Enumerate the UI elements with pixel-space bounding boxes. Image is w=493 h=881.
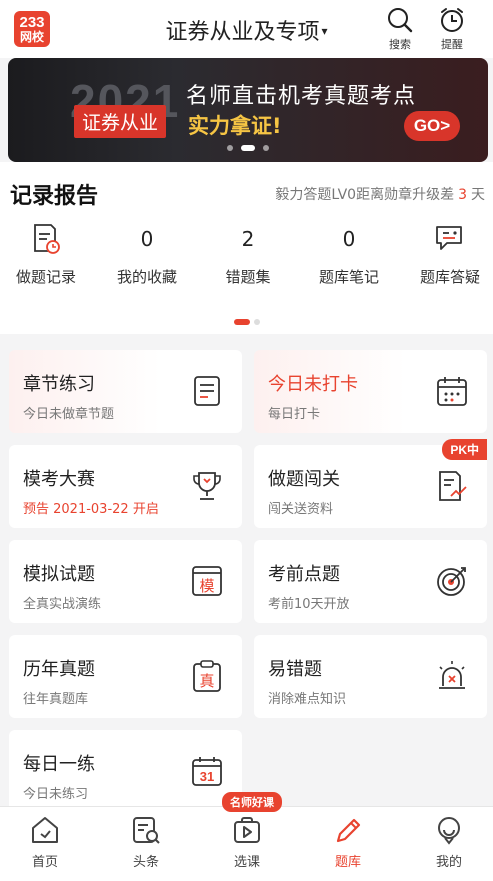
- mock-icon-text: 模: [199, 577, 214, 595]
- record-title: 记录报告: [10, 184, 99, 209]
- level-note-suffix: 天: [471, 187, 485, 203]
- tab-label: 首页: [31, 855, 58, 870]
- clipboard-icon: 真: [193, 660, 221, 692]
- calendar-day-text: 31: [200, 769, 214, 784]
- banner-subline: 实力拿证!: [188, 114, 282, 138]
- card-title: 每日一练: [23, 754, 95, 775]
- page-title: 证券从业及专项: [165, 20, 320, 45]
- level-note-days: 3: [458, 187, 467, 203]
- card-subtitle: 往年真题库: [23, 692, 89, 707]
- stat-value: 0: [140, 227, 154, 251]
- stat-value: 2: [241, 227, 255, 251]
- alarm-clock-icon: [441, 8, 463, 32]
- remind-button[interactable]: 提醒: [430, 6, 474, 52]
- stat-wrong-questions[interactable]: 2 错题集: [198, 222, 298, 287]
- tab-news[interactable]: 头条: [111, 815, 181, 870]
- card-subtitle: 全真实战演练: [23, 597, 102, 612]
- home-icon: [32, 817, 58, 843]
- remind-label: 提醒: [441, 38, 463, 51]
- card-pre-exam-tips[interactable]: 考前点题 考前10天开放: [254, 540, 487, 623]
- banner-pagination: [8, 137, 488, 156]
- tab-profile[interactable]: 我的: [414, 815, 484, 870]
- card-mock-questions[interactable]: 模拟试题 全真实战演练 模: [9, 540, 242, 623]
- card-title: 考前点题: [268, 564, 340, 585]
- stats-pagination: [0, 310, 493, 329]
- chevron-down-icon: ▾: [321, 24, 328, 38]
- level-note-prefix: 毅力答题LV0距离勋章升级差: [275, 187, 455, 203]
- card-daily-practice[interactable]: 每日一练 今日未练习 31: [9, 730, 242, 813]
- tab-home[interactable]: 首页: [10, 815, 80, 870]
- pager-dot: [253, 319, 260, 325]
- tab-label: 题库: [334, 855, 361, 870]
- card-chapter-practice[interactable]: 章节练习 今日未做章节题: [9, 350, 242, 433]
- pager-dot-active: [233, 319, 250, 325]
- list-document-icon: [194, 376, 220, 406]
- card-subtitle: 预告 2021-03-22 开启: [23, 502, 159, 517]
- card-title: 章节练习: [23, 374, 95, 395]
- search-label: 搜索: [389, 38, 411, 51]
- stat-favorites[interactable]: 0 我的收藏: [97, 222, 197, 287]
- banner-dot: [227, 144, 233, 151]
- banner-dot-active: [241, 144, 255, 151]
- calendar-icon: [437, 377, 467, 406]
- stat-value: 0: [342, 227, 356, 251]
- banner-headline: 名师直击机考真题考点: [186, 84, 417, 109]
- tab-label: 头条: [132, 855, 159, 870]
- tab-label: 我的: [435, 855, 462, 870]
- card-subtitle: 闯关送资料: [268, 502, 334, 517]
- stat-label: 题库答疑: [419, 268, 480, 286]
- card-subtitle: 今日未练习: [23, 787, 89, 802]
- document-clock-icon: [34, 224, 60, 254]
- daily-calendar-icon: 31: [192, 757, 222, 786]
- card-title: 模拟试题: [23, 564, 95, 585]
- card-title: 模考大赛: [23, 469, 95, 490]
- tab-label: 选课: [233, 855, 260, 870]
- stat-label: 做题记录: [15, 268, 76, 286]
- featured-course-badge: 名师好课: [222, 792, 282, 812]
- card-title: 易错题: [268, 659, 322, 680]
- card-mock-contest[interactable]: 模考大赛 预告 2021-03-22 开启: [9, 445, 242, 528]
- alarm-light-icon: [439, 661, 465, 689]
- banner-tag: 证券从业: [74, 105, 167, 138]
- record-stats: 做题记录 0 我的收藏 2 错题集 0 题库笔记 题库答疑: [0, 222, 493, 292]
- card-level-challenge[interactable]: PK中 做题闯关 闯关送资料: [254, 439, 487, 528]
- stat-label: 错题集: [225, 268, 271, 286]
- profile-icon: [438, 817, 460, 845]
- banner-dot: [263, 144, 269, 151]
- app-header: 233 网校 证券从业及专项 ▾ 搜索 提醒: [0, 0, 493, 58]
- tab-question-bank[interactable]: 题库: [313, 815, 383, 870]
- card-title: 历年真题: [23, 659, 95, 680]
- chat-bubble-icon: [436, 226, 462, 250]
- mock-exam-icon: 模: [192, 566, 222, 596]
- pencil-icon: [336, 818, 361, 843]
- chart-document-icon: [439, 471, 467, 501]
- clipboard-icon-text: 真: [199, 672, 214, 690]
- stat-notes[interactable]: 0 题库笔记: [299, 222, 399, 287]
- record-report-section: 记录报告 毅力答题LV0距离勋章升级差 3 天 做题记录 0 我的收藏 2 错题集: [0, 162, 493, 334]
- trophy-icon: [193, 472, 221, 500]
- play-bag-icon: [234, 817, 260, 843]
- card-error-prone[interactable]: 易错题 消除难点知识: [254, 635, 487, 718]
- level-progress-note: 毅力答题LV0距离勋章升级差 3 天: [275, 184, 485, 204]
- promo-banner[interactable]: 2021 证券从业 名师直击机考真题考点 实力拿证! GO>: [8, 58, 488, 162]
- card-title: 今日未打卡: [268, 374, 358, 395]
- news-search-icon: [133, 817, 160, 844]
- card-subtitle: 每日打卡: [268, 407, 321, 422]
- search-button[interactable]: 搜索: [378, 6, 422, 52]
- search-icon: [388, 8, 413, 33]
- stat-label: 题库笔记: [318, 268, 379, 286]
- card-subtitle: 考前10天开放: [268, 597, 350, 612]
- stat-qa[interactable]: 题库答疑: [400, 222, 493, 287]
- card-subtitle: 今日未做章节题: [23, 407, 115, 422]
- card-title: 做题闯关: [268, 469, 340, 490]
- pk-badge: PK中: [442, 439, 487, 460]
- stat-label: 我的收藏: [116, 268, 177, 286]
- card-daily-checkin[interactable]: 今日未打卡 每日打卡: [254, 350, 487, 433]
- target-icon: [437, 567, 466, 596]
- tab-courses[interactable]: 选课: [212, 815, 282, 870]
- card-subtitle: 消除难点知识: [268, 692, 347, 707]
- card-past-papers[interactable]: 历年真题 往年真题库 真: [9, 635, 242, 718]
- bottom-tab-bar: 首页 头条 选课 题库 我的: [0, 806, 493, 881]
- stat-practice-record[interactable]: 做题记录: [0, 222, 96, 287]
